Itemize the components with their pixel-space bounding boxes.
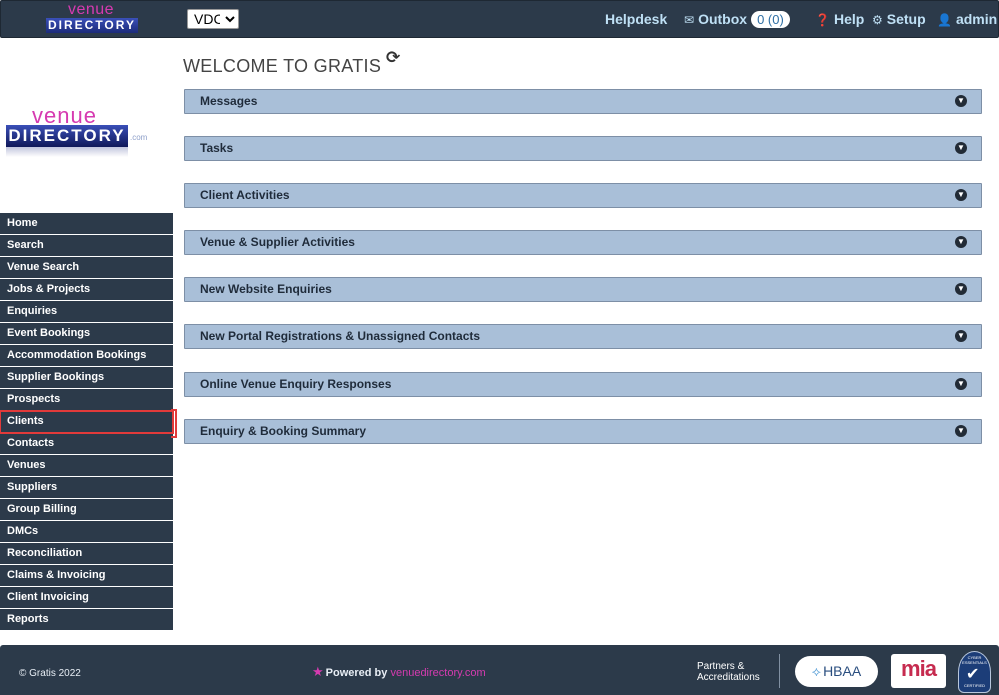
footer-divider (779, 654, 780, 688)
sidebar-item-group-billing[interactable]: Group Billing (0, 499, 173, 521)
hbaa-swirl-icon: ⟡ (811, 663, 822, 679)
venue-directory-logo[interactable]: venue DIRECTORY (41, 2, 141, 36)
sidebar-item-enquiries[interactable]: Enquiries (0, 301, 173, 323)
user-menu[interactable]: 👤 admin (937, 1, 997, 37)
cyber-essentials-badge[interactable]: CYBER ESSENTIALS ✔ CERTIFIED (958, 651, 991, 693)
chevron-down-icon[interactable]: ▼ (955, 142, 967, 154)
sidebar-item-supplier-bookings[interactable]: Supplier Bookings (0, 367, 173, 389)
sidebar-item-client-invoicing[interactable]: Client Invoicing (0, 587, 173, 609)
company-select[interactable]: VDC (187, 9, 239, 29)
question-circle-icon: ❓ (815, 13, 830, 27)
sidebar-item-venues[interactable]: Venues (0, 455, 173, 477)
outbox-count-badge: 0 (0) (751, 11, 790, 28)
outbox-link[interactable]: ✉ Outbox 0 (0) (684, 1, 790, 37)
sidebar-item-venue-search[interactable]: Venue Search (0, 257, 173, 279)
sidebar-item-claims-invoicing[interactable]: Claims & Invoicing (0, 565, 173, 587)
sidebar-item-home[interactable]: Home (0, 213, 173, 235)
footer: © Gratis 2022 ★ Powered by venuedirectory… (0, 645, 999, 695)
panel-new-portal-registrations[interactable]: New Portal Registrations & Unassigned Co… (184, 324, 982, 349)
panel-label: Online Venue Enquiry Responses (200, 377, 392, 391)
chevron-down-icon[interactable]: ▼ (955, 425, 967, 437)
setup-label: Setup (886, 11, 926, 27)
sidebar-item-contacts[interactable]: Contacts (0, 433, 173, 455)
panel-label: Messages (200, 94, 258, 108)
sidebar-item-clients[interactable]: Clients (0, 409, 177, 438)
powered-by-label: Powered by (325, 667, 388, 679)
sidebar-item-prospects[interactable]: Prospects (0, 389, 173, 411)
panel-label: Tasks (200, 141, 234, 155)
sidebar-item-suppliers[interactable]: Suppliers (0, 477, 173, 499)
sidebar-item-accommodation-bookings[interactable]: Accommodation Bookings (0, 345, 173, 367)
panel-messages[interactable]: Messages ▼ (184, 89, 982, 114)
panel-tasks[interactable]: Tasks ▼ (184, 136, 982, 161)
top-navbar: venue DIRECTORY VDC Helpdesk ✉ Outbox 0 (0… (0, 0, 999, 38)
sidebar-logo-directory: DIRECTORY (6, 125, 128, 147)
partners-label: Partners & Accreditations (697, 661, 777, 683)
panel-label: Enquiry & Booking Summary (200, 424, 367, 438)
panel-label: New Portal Registrations & Unassigned Co… (200, 329, 481, 343)
helpdesk-label: Helpdesk (605, 11, 668, 27)
sidebar-item-event-bookings[interactable]: Event Bookings (0, 323, 173, 345)
help-label: Help (833, 11, 865, 27)
gear-icon: ⚙ (872, 13, 883, 27)
sidebar-item-reports[interactable]: Reports (0, 609, 173, 631)
page-title: WELCOME TO GRATIS (183, 56, 382, 76)
panel-new-website-enquiries[interactable]: New Website Enquiries ▼ (184, 277, 982, 302)
powered-by-link[interactable]: ★ Powered by venuedirectory.com (312, 664, 486, 680)
panel-label: New Website Enquiries (200, 282, 332, 296)
panel-online-venue-enquiry-responses[interactable]: Online Venue Enquiry Responses ▼ (184, 372, 982, 397)
chevron-down-icon[interactable]: ▼ (955, 95, 967, 107)
hbaa-logo[interactable]: ⟡ HBAA (795, 656, 878, 687)
mia-logo[interactable]: mia (891, 654, 946, 688)
logo-reflection (6, 147, 128, 157)
panel-venue-supplier-activities[interactable]: Venue & Supplier Activities ▼ (184, 230, 982, 255)
user-icon: 👤 (937, 13, 952, 27)
chevron-down-icon[interactable]: ▼ (955, 236, 967, 248)
sidebar-item-reconciliation[interactable]: Reconciliation (0, 543, 173, 565)
star-icon: ★ (312, 664, 324, 679)
chevron-down-icon[interactable]: ▼ (955, 189, 967, 201)
cyber-essentials-bottom: CERTIFIED (963, 683, 986, 688)
powered-by-brand: venuedirectory.com (390, 667, 486, 679)
help-link[interactable]: ❓ Help (815, 1, 864, 37)
panel-enquiry-booking-summary[interactable]: Enquiry & Booking Summary ▼ (184, 419, 982, 444)
panel-label: Client Activities (200, 188, 290, 202)
partners-line1: Partners & (697, 661, 745, 672)
copyright-text: © Gratis 2022 (19, 668, 81, 679)
setup-link[interactable]: ⚙ Setup (872, 1, 926, 37)
check-icon: ✔ (966, 666, 980, 683)
hbaa-text: HBAA (823, 663, 862, 679)
sidebar-logo[interactable]: venue DIRECTORY .com (6, 103, 156, 163)
user-name: admin (955, 11, 998, 27)
outbox-label: Outbox (698, 11, 748, 27)
sidebar-item-jobs-projects[interactable]: Jobs & Projects (0, 279, 173, 301)
envelope-icon: ✉ (684, 13, 695, 27)
sidebar-item-dmcs[interactable]: DMCs (0, 521, 173, 543)
sidebar-menu: Home Search Venue Search Jobs & Projects… (0, 213, 177, 631)
chevron-down-icon[interactable]: ▼ (955, 330, 967, 342)
refresh-icon[interactable]: ⟳ (386, 48, 400, 68)
panel-label: Venue & Supplier Activities (200, 235, 355, 249)
panel-client-activities[interactable]: Client Activities ▼ (184, 183, 982, 208)
chevron-down-icon[interactable]: ▼ (955, 378, 967, 390)
chevron-down-icon[interactable]: ▼ (955, 283, 967, 295)
logo-venue-text: venue (67, 1, 115, 18)
sidebar-item-search[interactable]: Search (0, 235, 173, 257)
helpdesk-link[interactable]: Helpdesk (605, 1, 667, 37)
logo-directory-text: DIRECTORY (46, 18, 138, 33)
partners-line2: Accreditations (697, 672, 760, 683)
sidebar-logo-suffix: .com (130, 133, 148, 142)
